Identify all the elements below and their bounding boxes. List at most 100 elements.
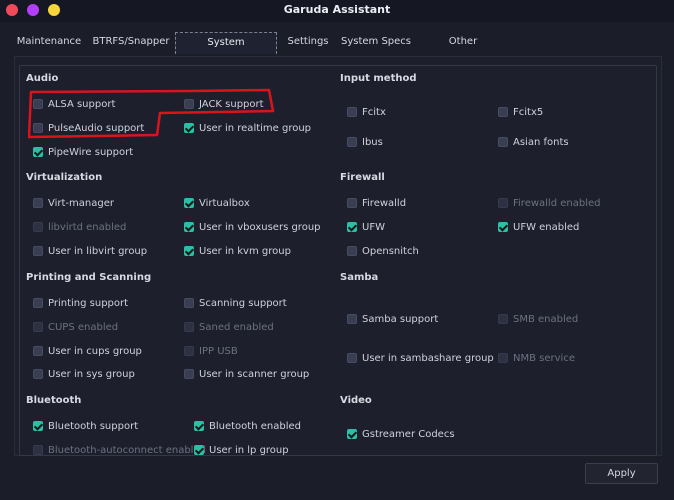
tab-system-components[interactable]: System Components	[175, 32, 277, 68]
title-bar: Garuda Assistant	[0, 0, 674, 22]
checkbox-indicator	[347, 429, 357, 439]
checkbox-indicator	[498, 137, 508, 147]
section-bluetooth: Bluetooth	[26, 395, 82, 406]
bluetooth-support-checkbox[interactable]: Bluetooth support	[33, 418, 138, 434]
tab-btrfs-snapper[interactable]: BTRFS/Snapper	[90, 32, 172, 54]
firewalld-enabled-checkbox[interactable]: Firewalld enabled	[498, 195, 600, 211]
scanner-group-checkbox[interactable]: User in scanner group	[184, 366, 309, 382]
checkbox-indicator	[498, 222, 508, 232]
lp-group-checkbox[interactable]: User in lp group	[194, 442, 289, 458]
samba-support-checkbox[interactable]: Samba support	[347, 311, 438, 327]
checkbox-indicator	[347, 222, 357, 232]
realtime-group-label: User in realtime group	[199, 122, 312, 134]
checkbox-indicator	[498, 198, 508, 208]
opensnitch-checkbox[interactable]: Opensnitch	[347, 243, 419, 259]
pulseaudio-support-checkbox[interactable]: PulseAudio support	[33, 120, 144, 136]
bluetooth-autoconnect-checkbox[interactable]: Bluetooth-autoconnect enabled	[33, 442, 206, 458]
kvm-group-label: User in kvm group	[199, 245, 291, 257]
checkbox-indicator	[347, 314, 357, 324]
virt-manager-checkbox[interactable]: Virt-manager	[33, 195, 114, 211]
bluetooth-enabled-label: Bluetooth enabled	[209, 420, 301, 432]
scanning-support-checkbox[interactable]: Scanning support	[184, 295, 287, 311]
smb-enabled-label: SMB enabled	[513, 313, 579, 325]
sambashare-group-checkbox[interactable]: User in sambashare group	[347, 350, 494, 366]
apply-button[interactable]: Apply	[585, 463, 658, 484]
checkbox-indicator	[33, 99, 43, 109]
checkbox-indicator	[347, 246, 357, 256]
ipp-usb-checkbox[interactable]: IPP USB	[184, 343, 238, 359]
checkbox-indicator	[347, 107, 357, 117]
scanning-support-label: Scanning support	[199, 297, 287, 309]
checkbox-indicator	[33, 369, 43, 379]
libvirt-group-checkbox[interactable]: User in libvirt group	[33, 243, 147, 259]
checkbox-indicator	[33, 123, 43, 133]
cups-group-label: User in cups group	[48, 345, 142, 357]
libvirt-group-label: User in libvirt group	[48, 245, 148, 257]
sys-group-label: User in sys group	[48, 368, 135, 380]
sys-group-checkbox[interactable]: User in sys group	[33, 366, 135, 382]
tab-system-specs[interactable]: System Specs	[340, 32, 412, 54]
cups-enabled-label: CUPS enabled	[48, 321, 119, 333]
cups-group-checkbox[interactable]: User in cups group	[33, 343, 142, 359]
checkbox-indicator	[184, 298, 194, 308]
checkbox-indicator	[33, 147, 43, 157]
virtualbox-checkbox[interactable]: Virtualbox	[184, 195, 250, 211]
pipewire-support-checkbox[interactable]: PipeWire support	[33, 144, 133, 160]
jack-support-label: JACK support	[199, 98, 264, 110]
libvirtd-enabled-checkbox[interactable]: libvirtd enabled	[33, 219, 126, 235]
checkbox-indicator	[33, 421, 43, 431]
scanner-group-label: User in scanner group	[199, 368, 310, 380]
checkbox-indicator	[33, 298, 43, 308]
checkbox-indicator	[33, 346, 43, 356]
checkbox-indicator	[184, 222, 194, 232]
section-samba: Samba	[340, 272, 379, 283]
sambashare-group-label: User in sambashare group	[362, 352, 494, 364]
nmb-service-label: NMB service	[513, 352, 575, 364]
cups-enabled-checkbox[interactable]: CUPS enabled	[33, 319, 118, 335]
vboxusers-group-label: User in vboxusers group	[199, 221, 321, 233]
tab-settings[interactable]: Settings	[284, 32, 332, 54]
section-video: Video	[340, 395, 372, 406]
checkbox-indicator	[33, 222, 43, 232]
virt-manager-label: Virt-manager	[48, 197, 114, 209]
printing-support-label: Printing support	[48, 297, 129, 309]
bluetooth-enabled-checkbox[interactable]: Bluetooth enabled	[194, 418, 301, 434]
bluetooth-autoconnect-label: Bluetooth-autoconnect enabled	[48, 444, 206, 456]
printing-support-checkbox[interactable]: Printing support	[33, 295, 128, 311]
checkbox-indicator	[347, 137, 357, 147]
tab-other-diagnostics[interactable]: Other Diagnostics	[420, 32, 506, 67]
saned-enabled-checkbox[interactable]: Saned enabled	[184, 319, 274, 335]
ufw-checkbox[interactable]: UFW	[347, 219, 385, 235]
asian-fonts-label: Asian fonts	[513, 136, 569, 148]
checkbox-indicator	[184, 123, 194, 133]
checkbox-indicator	[33, 322, 43, 332]
ibus-checkbox[interactable]: Ibus	[347, 134, 383, 150]
section-input-method: Input method	[340, 73, 417, 84]
gstreamer-codecs-checkbox[interactable]: Gstreamer Codecs	[347, 426, 455, 442]
lp-group-label: User in lp group	[209, 444, 289, 456]
asian-fonts-checkbox[interactable]: Asian fonts	[498, 134, 569, 150]
jack-support-checkbox[interactable]: JACK support	[184, 96, 264, 112]
section-audio: Audio	[26, 73, 59, 84]
fcitx5-checkbox[interactable]: Fcitx5	[498, 104, 543, 120]
vboxusers-group-checkbox[interactable]: User in vboxusers group	[184, 219, 321, 235]
checkbox-indicator	[33, 198, 43, 208]
tab-bar: Maintenance BTRFS/Snapper System Compone…	[8, 32, 668, 68]
firewalld-checkbox[interactable]: Firewalld	[347, 195, 406, 211]
nmb-service-checkbox[interactable]: NMB service	[498, 350, 575, 366]
firewalld-enabled-label: Firewalld enabled	[513, 197, 601, 209]
ufw-enabled-checkbox[interactable]: UFW enabled	[498, 219, 579, 235]
checkbox-indicator	[194, 421, 204, 431]
kvm-group-checkbox[interactable]: User in kvm group	[184, 243, 291, 259]
firewalld-label: Firewalld	[362, 197, 407, 209]
samba-support-label: Samba support	[362, 313, 439, 325]
fcitx-checkbox[interactable]: Fcitx	[347, 104, 386, 120]
alsa-support-checkbox[interactable]: ALSA support	[33, 96, 115, 112]
realtime-group-checkbox[interactable]: User in realtime group	[184, 120, 311, 136]
checkbox-indicator	[33, 246, 43, 256]
ufw-label: UFW	[362, 221, 385, 233]
tab-maintenance[interactable]: Maintenance	[12, 32, 86, 54]
checkbox-indicator	[184, 369, 194, 379]
smb-enabled-checkbox[interactable]: SMB enabled	[498, 311, 578, 327]
checkbox-indicator	[498, 353, 508, 363]
